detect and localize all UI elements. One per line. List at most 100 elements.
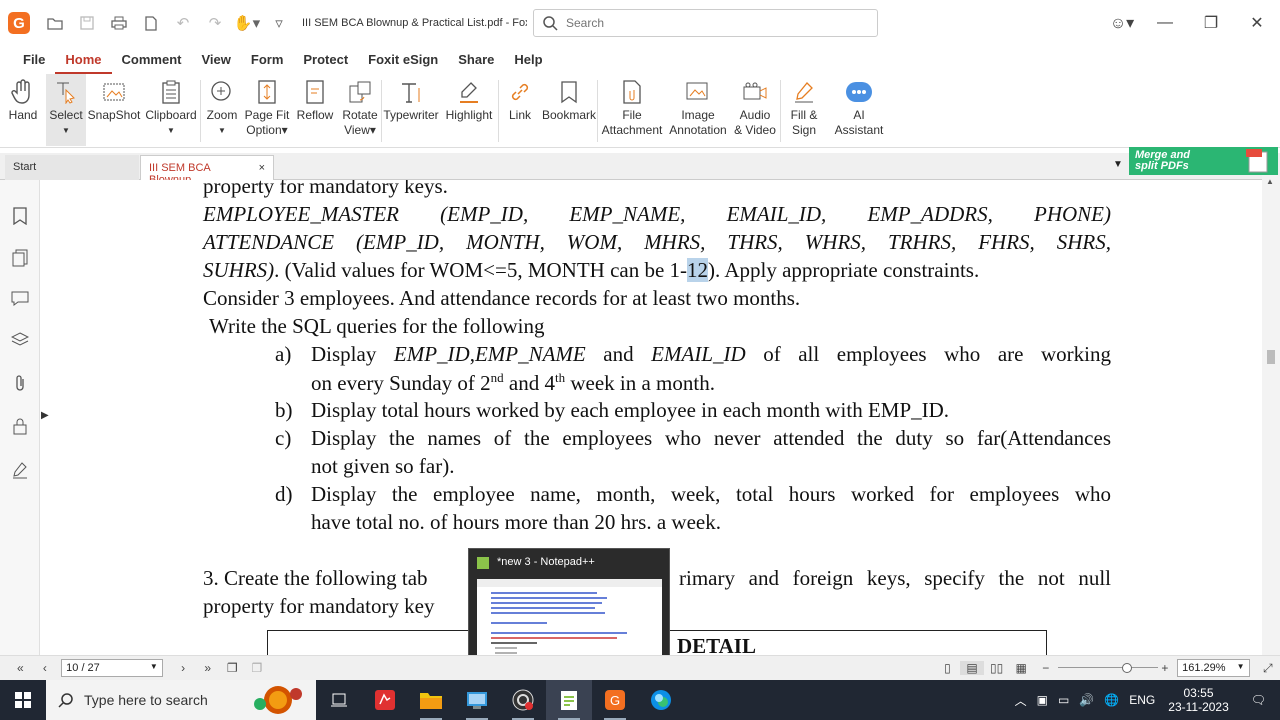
signature-panel-icon[interactable] bbox=[10, 460, 30, 480]
vertical-scrollbar[interactable]: ▲ bbox=[1262, 175, 1280, 655]
tab-document[interactable]: III SEM BCA Blownup... × bbox=[140, 155, 274, 186]
network-icon[interactable]: 🌐 bbox=[1099, 693, 1124, 707]
taskbar-app-blue-icon[interactable] bbox=[454, 680, 500, 720]
hand-button[interactable]: Hand bbox=[0, 74, 46, 146]
audio-video-button[interactable]: Audio & Video bbox=[730, 74, 780, 146]
continuous-facing-view-icon[interactable]: ▦ bbox=[1009, 661, 1034, 675]
customize-dropdown-icon[interactable]: ▿ bbox=[264, 8, 294, 38]
navigation-panel bbox=[0, 180, 40, 655]
redo-icon[interactable]: ↷ bbox=[200, 8, 230, 38]
menu-view[interactable]: View bbox=[191, 46, 240, 74]
zoom-in-icon[interactable]: + bbox=[1153, 661, 1178, 675]
layers-panel-icon[interactable] bbox=[10, 330, 30, 350]
first-page-icon[interactable]: « bbox=[8, 661, 33, 675]
scroll-up-icon[interactable]: ▲ bbox=[1266, 177, 1274, 186]
file-explorer-icon[interactable] bbox=[408, 680, 454, 720]
foxit-reader-taskbar-icon[interactable]: G bbox=[592, 680, 638, 720]
last-page-icon[interactable]: » bbox=[195, 661, 220, 675]
menu-form[interactable]: Form bbox=[241, 46, 294, 74]
menu-protect[interactable]: Protect bbox=[293, 46, 358, 74]
hand-tool-dropdown-icon[interactable]: ✋▾ bbox=[232, 8, 262, 38]
fullscreen-icon[interactable]: ⤢ bbox=[1256, 661, 1280, 676]
continuous-view-icon[interactable]: ▤ bbox=[959, 661, 985, 675]
tab-start[interactable]: Start bbox=[5, 155, 139, 180]
account-icon[interactable]: ☺▾ bbox=[1102, 13, 1142, 33]
zoom-out-icon[interactable]: − bbox=[1033, 661, 1058, 675]
notepad-plus-plus-taskbar-icon[interactable] bbox=[546, 680, 592, 720]
search-box[interactable] bbox=[533, 9, 878, 37]
selected-text[interactable]: 12 bbox=[687, 258, 709, 282]
copy-page-icon[interactable]: ❐ bbox=[220, 661, 245, 675]
file-attachment-button[interactable]: File Attachment bbox=[598, 74, 666, 146]
zoom-button[interactable]: Zoom ▼ bbox=[201, 74, 243, 146]
select-button[interactable]: Select ▼ bbox=[46, 74, 86, 146]
security-panel-icon[interactable] bbox=[10, 416, 30, 436]
edge-browser-icon[interactable] bbox=[638, 680, 684, 720]
windows-start-button[interactable] bbox=[0, 680, 46, 720]
zoom-slider-handle[interactable] bbox=[1122, 663, 1133, 673]
show-hidden-icons-icon[interactable]: ︿ bbox=[1010, 692, 1032, 709]
restore-button[interactable]: ❐ bbox=[1188, 13, 1234, 33]
task-view-icon[interactable] bbox=[316, 680, 362, 720]
menu-comment[interactable]: Comment bbox=[112, 46, 192, 74]
menu-help[interactable]: Help bbox=[504, 46, 552, 74]
previous-page-icon[interactable]: ‹ bbox=[33, 661, 58, 675]
snapshot-icon bbox=[100, 78, 128, 106]
page-fit-option-button[interactable]: Page Fit Option▾ bbox=[243, 74, 291, 146]
search-input[interactable] bbox=[566, 16, 866, 30]
taskbar-search[interactable]: Type here to search bbox=[46, 680, 316, 720]
zoom-slider[interactable] bbox=[1058, 663, 1159, 673]
open-folder-icon[interactable] bbox=[40, 8, 70, 38]
volume-icon[interactable]: 🔊 bbox=[1074, 693, 1099, 707]
file-attachment-label-2: Attachment bbox=[601, 123, 663, 137]
page-number-input[interactable]: 10 / 27 ▼ bbox=[61, 659, 163, 677]
expand-panel-arrow-icon[interactable]: ▶ bbox=[41, 410, 49, 421]
print-icon[interactable] bbox=[104, 8, 134, 38]
facing-view-icon[interactable]: ▯▯ bbox=[984, 661, 1009, 675]
language-indicator[interactable]: ENG bbox=[1124, 693, 1160, 707]
taskbar-app-red-icon[interactable] bbox=[362, 680, 408, 720]
clipboard-button[interactable]: Clipboard ▼ bbox=[142, 74, 200, 146]
bookmark-button[interactable]: Bookmark bbox=[541, 74, 597, 146]
scrollbar-thumb[interactable] bbox=[1267, 350, 1275, 364]
attachments-panel-icon[interactable] bbox=[10, 373, 30, 393]
fill-sign-button[interactable]: Fill & Sign bbox=[781, 74, 827, 146]
notifications-icon[interactable]: 🗨 bbox=[1237, 693, 1280, 707]
clipboard-label: Clipboard bbox=[145, 108, 197, 122]
comments-panel-icon[interactable] bbox=[10, 288, 30, 308]
image-annotation-icon bbox=[684, 78, 712, 106]
extract-page-icon[interactable]: ❐ bbox=[245, 661, 270, 675]
menu-home[interactable]: Home bbox=[55, 46, 112, 74]
menu-share[interactable]: Share bbox=[448, 46, 504, 74]
menu-foxit-esign[interactable]: Foxit eSign bbox=[358, 46, 448, 74]
close-button[interactable]: ✕ bbox=[1234, 13, 1280, 33]
typewriter-button[interactable]: Typewriter bbox=[382, 74, 440, 146]
tab-close-icon[interactable]: × bbox=[259, 162, 265, 174]
pages-panel-icon[interactable] bbox=[10, 248, 30, 268]
zoom-dropdown-icon[interactable]: ▼ bbox=[1237, 662, 1245, 674]
battery-icon[interactable]: ▭ bbox=[1053, 693, 1074, 707]
next-page-icon[interactable]: › bbox=[171, 661, 196, 675]
image-annotation-button[interactable]: Image Annotation bbox=[666, 74, 730, 146]
ai-assistant-button[interactable]: AI Assistant bbox=[827, 74, 891, 146]
obs-studio-icon[interactable] bbox=[500, 680, 546, 720]
clock[interactable]: 03:55 23-11-2023 bbox=[1160, 686, 1237, 714]
tab-list-dropdown-icon[interactable]: ▼ bbox=[1113, 159, 1123, 170]
save-icon[interactable] bbox=[72, 8, 102, 38]
link-button[interactable]: Link bbox=[499, 74, 541, 146]
minimize-button[interactable]: — bbox=[1142, 14, 1188, 32]
quick-access-toolbar: ↶ ↷ ✋▾ ▿ bbox=[40, 8, 294, 38]
bookmark-panel-icon[interactable] bbox=[10, 206, 30, 226]
tray-app-icon[interactable]: ▣ bbox=[1032, 693, 1053, 707]
undo-icon[interactable]: ↶ bbox=[168, 8, 198, 38]
highlight-button[interactable]: Highlight bbox=[440, 74, 498, 146]
page-dropdown-icon[interactable]: ▼ bbox=[150, 662, 158, 674]
merge-split-banner[interactable]: Merge and split PDFs bbox=[1129, 147, 1278, 175]
zoom-level-input[interactable]: 161.29% ▼ bbox=[1177, 659, 1250, 677]
reflow-button[interactable]: Reflow bbox=[291, 74, 339, 146]
single-page-view-icon[interactable]: ▯ bbox=[935, 661, 960, 675]
rotate-view-button[interactable]: Rotate View▾ bbox=[339, 74, 381, 146]
menu-file[interactable]: File bbox=[13, 46, 55, 74]
new-file-icon[interactable] bbox=[136, 8, 166, 38]
snapshot-button[interactable]: SnapShot bbox=[86, 74, 142, 146]
